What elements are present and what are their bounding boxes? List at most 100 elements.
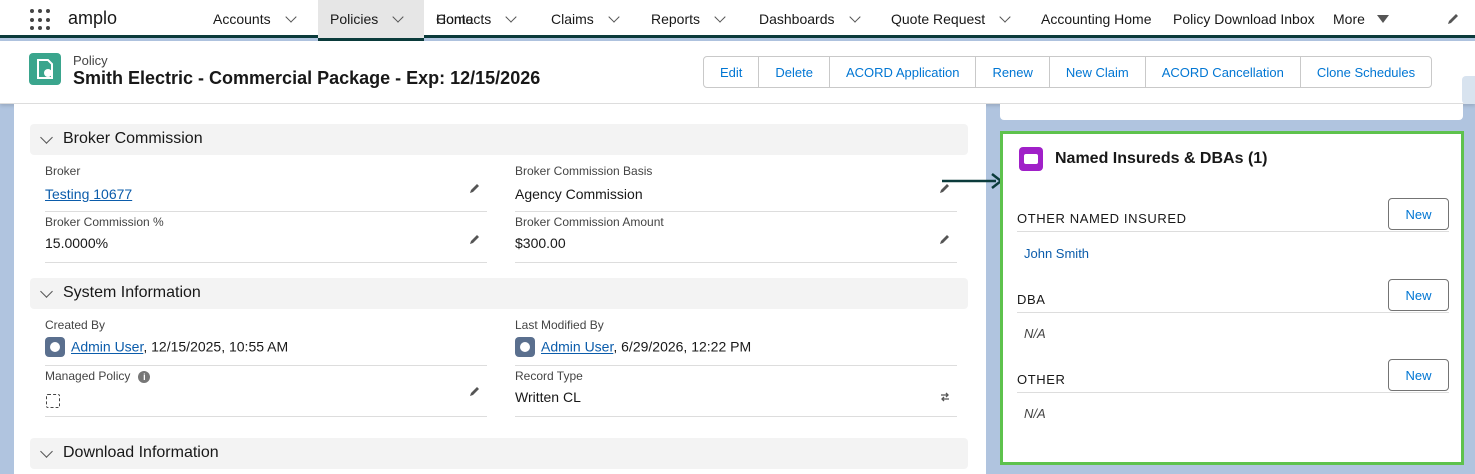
- app-name: amplo: [68, 8, 118, 28]
- field-value: Written CL: [515, 389, 581, 405]
- chevron-down-icon[interactable]: [714, 10, 726, 23]
- section-dba: DBA New: [1017, 279, 1449, 313]
- field-label-text: Managed Policy: [45, 369, 131, 383]
- side-panel-toggle[interactable]: [1462, 76, 1475, 104]
- nav-item-policies[interactable]: Policies: [318, 0, 424, 41]
- delete-button[interactable]: Delete: [758, 57, 829, 87]
- broker-link[interactable]: Testing 10677: [45, 186, 132, 202]
- pencil-icon[interactable]: [939, 233, 951, 245]
- nav-item-label: Quote Request: [891, 11, 986, 27]
- field-record-type: Record Type Written CL: [515, 367, 957, 417]
- renew-button[interactable]: Renew: [975, 57, 1048, 87]
- modified-by-user-link[interactable]: Admin User: [541, 339, 613, 355]
- acord-cancellation-button[interactable]: ACORD Cancellation: [1144, 57, 1300, 87]
- empty-state: N/A: [1024, 326, 1046, 341]
- edit-button[interactable]: Edit: [704, 57, 758, 87]
- nav-item-label: Accounting Home: [1041, 11, 1152, 27]
- clone-schedules-button[interactable]: Clone Schedules: [1299, 57, 1431, 87]
- record-object-label: Policy: [73, 53, 108, 68]
- chevron-down-icon[interactable]: [284, 10, 297, 23]
- nav-item-label: Claims: [551, 11, 594, 27]
- field-label: Broker: [45, 164, 81, 178]
- field-broker-commission-basis: Broker Commission Basis Agency Commissio…: [515, 162, 957, 212]
- modified-date: , 6/29/2026, 12:22 PM: [613, 338, 752, 355]
- new-other-named-insured-button[interactable]: New: [1388, 198, 1449, 230]
- nav-item-policy-download-inbox[interactable]: Policy Download Inbox: [1173, 0, 1315, 38]
- pencil-icon[interactable]: [469, 233, 481, 245]
- caret-down-icon: [1376, 15, 1389, 23]
- nav-item-contacts[interactable]: Contacts: [436, 0, 517, 38]
- named-insureds-card: Named Insureds & DBAs (1) OTHER NAMED IN…: [1000, 131, 1464, 465]
- field-created-by: Created By Admin User, 12/15/2025, 10:55…: [45, 316, 487, 366]
- pencil-icon[interactable]: [469, 385, 481, 397]
- section-other-named-insured: OTHER NAMED INSURED New: [1017, 198, 1449, 232]
- field-value: Agency Commission: [515, 186, 643, 202]
- nav-item-label: Policy Download Inbox: [1173, 11, 1315, 27]
- field-last-modified-by: Last Modified By Admin User, 6/29/2026, …: [515, 316, 957, 366]
- acord-application-button[interactable]: ACORD Application: [828, 57, 975, 87]
- section-header-system-information[interactable]: System Information: [30, 278, 968, 309]
- section-other: OTHER New: [1017, 359, 1449, 393]
- section-header-download-information[interactable]: Download Information: [30, 438, 968, 469]
- section-title: Download Information: [63, 444, 219, 461]
- nav-item-label: More: [1333, 11, 1365, 27]
- nav-item-label: Contacts: [436, 11, 492, 27]
- chevron-down-icon[interactable]: [40, 445, 53, 458]
- created-by-user-link[interactable]: Admin User: [71, 339, 143, 355]
- section-label: DBA: [1017, 292, 1046, 307]
- chevron-down-icon[interactable]: [608, 10, 620, 23]
- pencil-icon[interactable]: [469, 182, 481, 194]
- nav-item-accounting-home[interactable]: Accounting Home: [1041, 0, 1152, 38]
- page-title: Smith Electric - Commercial Package - Ex…: [73, 68, 541, 88]
- field-label: Record Type: [515, 369, 583, 383]
- chevron-down-icon[interactable]: [40, 285, 53, 298]
- user-avatar: [45, 337, 65, 357]
- change-record-type-icon[interactable]: [939, 391, 951, 403]
- nav-item-quote-request[interactable]: Quote Request: [891, 0, 1011, 38]
- edit-nav-pencil-icon[interactable]: [1446, 12, 1460, 26]
- chevron-down-icon[interactable]: [505, 10, 517, 23]
- managed-policy-checkbox: [46, 394, 60, 408]
- field-value: $300.00: [515, 235, 566, 251]
- field-label: Last Modified By: [515, 318, 604, 332]
- chevron-down-icon[interactable]: [40, 131, 53, 144]
- created-date: , 12/15/2025, 10:55 AM: [143, 338, 289, 355]
- global-navigation: amplo Home Accounts Policies Contacts Cl…: [0, 0, 1475, 41]
- nav-item-claims[interactable]: Claims: [551, 0, 620, 38]
- policy-icon: [29, 53, 61, 85]
- chevron-down-icon[interactable]: [848, 10, 861, 23]
- named-insured-link[interactable]: John Smith: [1024, 246, 1089, 261]
- new-other-button[interactable]: New: [1388, 359, 1449, 391]
- field-label: Broker Commission Basis: [515, 164, 653, 178]
- nav-item-label: Accounts: [213, 11, 271, 27]
- record-detail-panel: Broker Commission Broker Testing 10677 B…: [14, 104, 986, 474]
- nav-item-more[interactable]: More: [1333, 0, 1389, 38]
- user-avatar: [515, 337, 535, 357]
- record-header: Policy Smith Electric - Commercial Packa…: [0, 41, 1475, 104]
- nav-item-label: Dashboards: [759, 11, 835, 27]
- section-label: OTHER NAMED INSURED: [1017, 211, 1187, 226]
- section-label: OTHER: [1017, 372, 1066, 387]
- new-dba-button[interactable]: New: [1388, 279, 1449, 311]
- related-panel-stub: [1000, 104, 1463, 120]
- section-header-broker-commission[interactable]: Broker Commission: [30, 124, 968, 155]
- field-managed-policy: Managed Policy i: [45, 367, 487, 417]
- arrow-annotation-icon: [942, 173, 1004, 189]
- card-title: Named Insureds & DBAs (1): [1055, 150, 1268, 167]
- section-title: System Information: [63, 284, 201, 301]
- field-label: Managed Policy i: [45, 369, 151, 383]
- field-broker-commission-amount: Broker Commission Amount $300.00: [515, 213, 957, 263]
- field-broker-commission-pct: Broker Commission % 15.0000%: [45, 213, 487, 263]
- named-insured-icon: [1019, 147, 1043, 171]
- nav-item-reports[interactable]: Reports: [651, 0, 726, 38]
- chevron-down-icon[interactable]: [999, 10, 1011, 23]
- nav-item-accounts[interactable]: Accounts: [213, 0, 297, 38]
- new-claim-button[interactable]: New Claim: [1048, 57, 1145, 87]
- section-title: Broker Commission: [63, 130, 203, 147]
- app-launcher-icon[interactable]: [30, 9, 52, 31]
- chevron-down-icon[interactable]: [392, 10, 404, 23]
- field-label: Broker Commission Amount: [515, 215, 664, 229]
- nav-item-dashboards[interactable]: Dashboards: [759, 0, 861, 38]
- info-icon[interactable]: i: [138, 371, 151, 383]
- field-value: 15.0000%: [45, 235, 109, 251]
